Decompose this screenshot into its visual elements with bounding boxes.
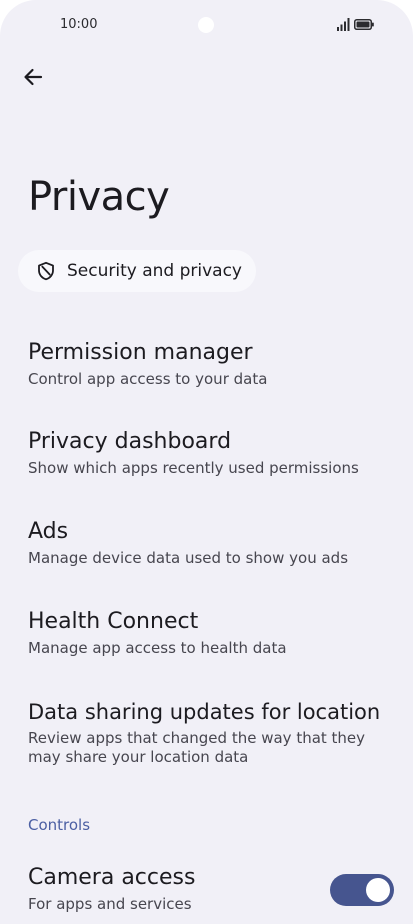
arrow-left-icon[interactable]: [20, 64, 46, 90]
chip-label: Security and privacy: [67, 261, 242, 281]
camera-access-item[interactable]: Camera access For apps and services: [28, 864, 318, 914]
security-and-privacy-chip[interactable]: Security and privacy: [18, 250, 256, 292]
ads-item[interactable]: Ads Manage device data used to show you …: [28, 518, 388, 568]
item-subtitle: Manage device data used to show you ads: [28, 549, 349, 567]
item-title: Permission manager: [28, 340, 253, 365]
item-subtitle: For apps and services: [28, 895, 192, 913]
front-camera-cutout: [198, 17, 214, 33]
item-subtitle: Manage app access to health data: [28, 639, 287, 657]
camera-access-toggle[interactable]: [330, 874, 394, 906]
phone-screen: 10:00 Privacy Security and privacy Permi…: [0, 0, 413, 924]
signal-icon: [337, 18, 350, 31]
item-title: Data sharing updates for location: [28, 700, 381, 724]
item-title: Ads: [28, 519, 69, 544]
item-title: Camera access: [28, 865, 196, 890]
status-time: 10:00: [60, 17, 98, 32]
status-bar: 10:00: [0, 0, 413, 48]
data-sharing-updates-item[interactable]: Data sharing updates for location Review…: [28, 698, 380, 767]
item-subtitle: Review apps that changed the way that th…: [28, 729, 366, 766]
controls-section-label: Controls: [28, 816, 91, 834]
shield-icon: [38, 261, 54, 281]
page-title: Privacy: [28, 174, 170, 220]
item-subtitle: Control app access to your data: [28, 370, 268, 388]
battery-icon: [354, 19, 374, 30]
item-title: Privacy dashboard: [28, 429, 232, 454]
health-connect-item[interactable]: Health Connect Manage app access to heal…: [28, 608, 388, 658]
privacy-dashboard-item[interactable]: Privacy dashboard Show which apps recent…: [28, 428, 388, 478]
item-title: Health Connect: [28, 609, 199, 634]
permission-manager-item[interactable]: Permission manager Control app access to…: [28, 339, 388, 389]
toggle-knob: [366, 878, 390, 902]
item-subtitle: Show which apps recently used permission…: [28, 459, 359, 477]
